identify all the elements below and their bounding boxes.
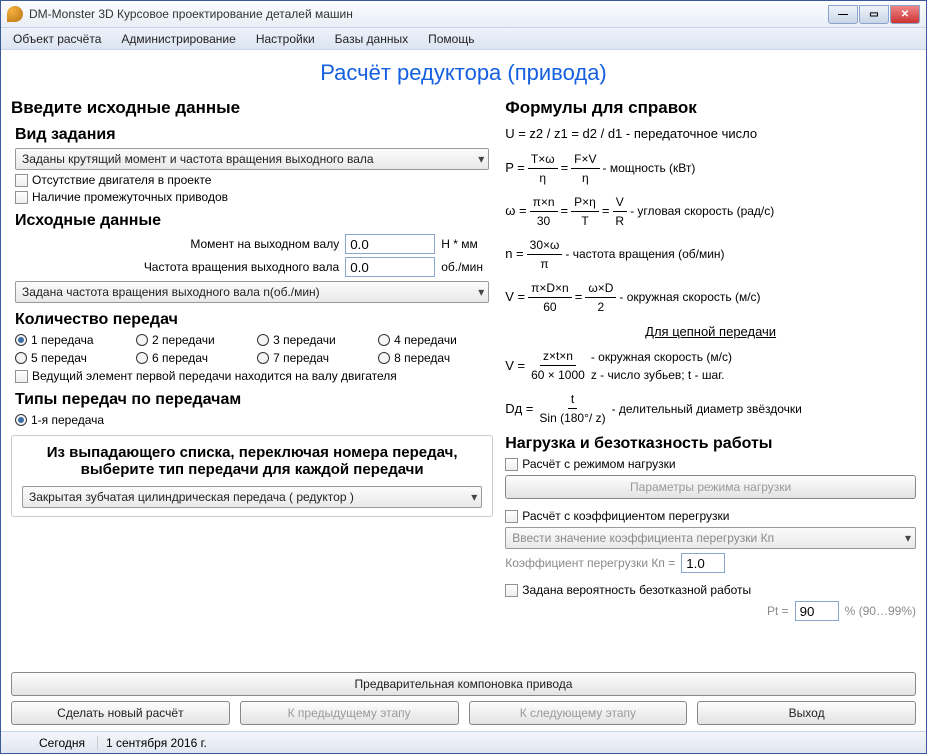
freq-input[interactable] bbox=[345, 257, 435, 277]
new-calc-button[interactable]: Сделать новый расчёт bbox=[11, 701, 230, 725]
load-mode-params-button[interactable]: Параметры режима нагрузки bbox=[505, 475, 916, 499]
coef-label: Коэффициент перегрузки Кп = bbox=[505, 556, 675, 570]
intermediate-checkbox[interactable] bbox=[15, 191, 28, 204]
formulas-heading: Формулы для справок bbox=[505, 98, 916, 118]
menu-databases[interactable]: Базы данных bbox=[327, 30, 416, 48]
menu-settings[interactable]: Настройки bbox=[248, 30, 323, 48]
absence-motor-label: Отсутствие двигателя в проекте bbox=[32, 173, 211, 187]
moment-unit: Н * мм bbox=[435, 237, 489, 251]
window-title: DM-Monster 3D Курсовое проектирование де… bbox=[29, 7, 827, 21]
exit-button[interactable]: Выход bbox=[697, 701, 916, 725]
leading-elem-checkbox[interactable] bbox=[15, 370, 28, 383]
gear-7-radio[interactable] bbox=[257, 352, 269, 364]
gear-types-label: Типы передач по передачам bbox=[15, 391, 489, 409]
task-type-combo[interactable]: Заданы крутящий момент и частота вращени… bbox=[15, 148, 489, 170]
pt-input[interactable] bbox=[795, 601, 839, 621]
load-mode-checkbox[interactable] bbox=[505, 458, 518, 471]
gear-1-radio[interactable] bbox=[15, 334, 27, 346]
moment-label: Момент на выходном валу bbox=[15, 237, 345, 251]
moment-input[interactable] bbox=[345, 234, 435, 254]
gear-2-radio[interactable] bbox=[136, 334, 148, 346]
prob-checkbox[interactable] bbox=[505, 584, 518, 597]
menu-admin[interactable]: Администрирование bbox=[113, 30, 243, 48]
input-heading: Введите исходные данные bbox=[11, 98, 493, 118]
minimize-button[interactable]: — bbox=[828, 5, 858, 24]
gear-6-radio[interactable] bbox=[136, 352, 148, 364]
menubar: Объект расчёта Администрирование Настрой… bbox=[1, 28, 926, 50]
prev-stage-button[interactable]: К предыдущему этапу bbox=[240, 701, 459, 725]
formulas-block: U = z2 / z1 = d2 / d1 - передаточное чис… bbox=[505, 124, 916, 427]
titlebar: DM-Monster 3D Курсовое проектирование де… bbox=[1, 1, 926, 28]
gear-count-label: Количество передач bbox=[15, 311, 489, 329]
per-gear-title: Из выпадающего списка, переключая номера… bbox=[22, 444, 482, 478]
per-gear-combo[interactable]: Закрытая зубчатая цилиндрическая передач… bbox=[22, 486, 482, 508]
source-combo[interactable]: Задана частота вращения выходного вала n… bbox=[15, 281, 489, 303]
load-heading: Нагрузка и безотказность работы bbox=[505, 435, 916, 453]
menu-object[interactable]: Объект расчёта bbox=[5, 30, 109, 48]
menu-help[interactable]: Помощь bbox=[420, 30, 482, 48]
gear-8-radio[interactable] bbox=[378, 352, 390, 364]
freq-label: Частота вращения выходного вала bbox=[15, 260, 345, 274]
app-icon bbox=[7, 6, 23, 22]
gear-3-radio[interactable] bbox=[257, 334, 269, 346]
source-data-label: Исходные данные bbox=[15, 212, 489, 230]
leading-elem-label: Ведущий элемент первой передачи находитс… bbox=[32, 369, 397, 383]
absence-motor-checkbox[interactable] bbox=[15, 174, 28, 187]
task-type-label: Вид задания bbox=[15, 126, 489, 144]
coef-input[interactable] bbox=[681, 553, 725, 573]
status-date: 1 сентября 2016 г. bbox=[97, 736, 215, 750]
page-title: Расчёт редуктора (привода) bbox=[11, 60, 916, 86]
statusbar: Сегодня 1 сентября 2016 г. bbox=[1, 731, 926, 753]
intermediate-label: Наличие промежуточных приводов bbox=[32, 190, 228, 204]
next-stage-button[interactable]: К следующему этапу bbox=[469, 701, 688, 725]
overload-combo[interactable]: Ввести значение коэффициента перегрузки … bbox=[505, 527, 916, 549]
close-button[interactable]: ✕ bbox=[890, 5, 920, 24]
overload-checkbox[interactable] bbox=[505, 510, 518, 523]
status-today: Сегодня bbox=[9, 736, 85, 750]
first-gear-radio[interactable] bbox=[15, 414, 27, 426]
pt-label: Pt = bbox=[767, 604, 789, 618]
pt-unit: % (90…99%) bbox=[845, 604, 916, 618]
freq-unit: об./мин bbox=[435, 260, 489, 274]
maximize-button[interactable]: ▭ bbox=[859, 5, 889, 24]
gear-4-radio[interactable] bbox=[378, 334, 390, 346]
gear-5-radio[interactable] bbox=[15, 352, 27, 364]
per-gear-panel: Из выпадающего списка, переключая номера… bbox=[11, 435, 493, 517]
preview-button[interactable]: Предварительная компоновка привода bbox=[11, 672, 916, 696]
